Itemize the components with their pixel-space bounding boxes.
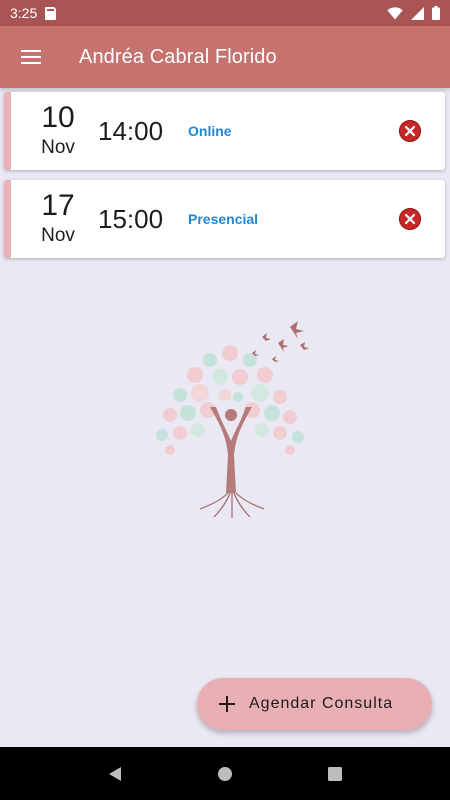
schedule-appointment-button[interactable]: Agendar Consulta bbox=[197, 678, 432, 730]
home-icon bbox=[218, 766, 232, 781]
close-icon bbox=[405, 126, 415, 136]
system-nav-bar bbox=[0, 747, 450, 800]
recents-icon bbox=[328, 766, 342, 781]
menu-button[interactable] bbox=[0, 26, 62, 88]
appointment-time: 15:00 bbox=[98, 203, 164, 234]
card-accent bbox=[4, 92, 11, 170]
wifi-icon bbox=[387, 6, 403, 19]
appointment-card[interactable]: 17 Nov 15:00 Presencial bbox=[4, 180, 445, 258]
appointment-mode: Online bbox=[188, 123, 232, 139]
appointment-month: Nov bbox=[41, 225, 75, 246]
status-time: 3:25 bbox=[10, 5, 38, 21]
fab-label: Agendar Consulta bbox=[249, 695, 394, 712]
tree-logo bbox=[140, 315, 320, 520]
status-left: 3:25 bbox=[10, 5, 57, 21]
status-right bbox=[387, 6, 440, 20]
battery-icon bbox=[432, 6, 440, 20]
appointment-month: Nov bbox=[41, 137, 75, 158]
close-icon bbox=[405, 214, 415, 224]
cancel-appointment-button[interactable] bbox=[399, 208, 421, 230]
nav-back-button[interactable] bbox=[95, 754, 135, 794]
app-bar: Andréa Cabral Florido bbox=[0, 26, 450, 88]
app-title: Andréa Cabral Florido bbox=[79, 45, 277, 68]
appointment-date: 10 Nov bbox=[18, 103, 98, 159]
card-accent bbox=[4, 180, 11, 258]
appointment-day: 17 bbox=[41, 189, 75, 222]
appointment-card[interactable]: 10 Nov 14:00 Online bbox=[4, 92, 445, 170]
appointment-day: 10 bbox=[41, 101, 75, 134]
nav-home-button[interactable] bbox=[205, 754, 245, 794]
back-icon bbox=[109, 766, 121, 781]
appointment-time: 14:00 bbox=[98, 115, 164, 146]
signal-icon bbox=[411, 6, 424, 20]
sd-card-icon bbox=[45, 6, 57, 20]
status-bar: 3:25 bbox=[0, 0, 450, 26]
plus-icon bbox=[219, 696, 235, 712]
hamburger-menu-icon bbox=[21, 50, 41, 64]
cancel-appointment-button[interactable] bbox=[399, 120, 421, 142]
appointment-list: 10 Nov 14:00 Online 17 Nov 15:00 Presenc… bbox=[4, 92, 446, 268]
tree-illustration bbox=[156, 321, 309, 518]
appointment-mode: Presencial bbox=[188, 211, 259, 227]
nav-recents-button[interactable] bbox=[315, 754, 355, 794]
appointment-date: 17 Nov bbox=[18, 191, 98, 247]
